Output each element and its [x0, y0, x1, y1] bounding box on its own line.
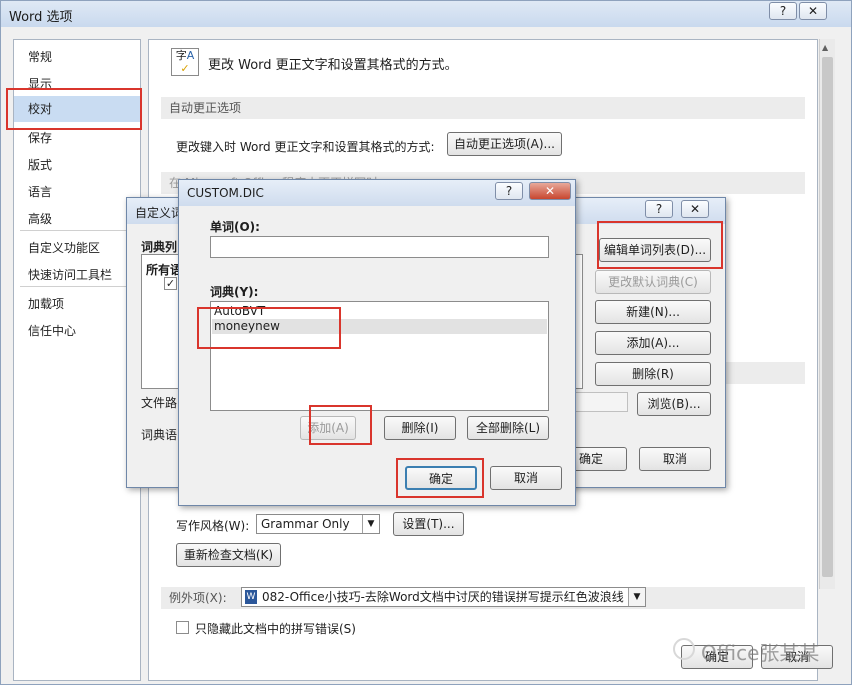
file-path-field	[572, 392, 628, 412]
chevron-down-icon: ▼	[628, 588, 645, 606]
word-doc-icon: W	[245, 590, 257, 604]
dict-list-label: 词典列	[141, 240, 178, 254]
autocorrect-section: 自动更正选项	[161, 97, 805, 119]
sidebar-item-addins[interactable]: 加载项	[28, 295, 64, 312]
sidebar-item-general[interactable]: 常规	[28, 48, 52, 65]
highlight-edit-word-list	[597, 221, 723, 269]
scroll-up-icon: ▲	[822, 43, 829, 52]
help-button[interactable]: ?	[645, 200, 673, 218]
sidebar-nav: 常规 显示 校对 保存 版式 语言 高级 自定义功能区 快速访问工具栏 加载项 …	[13, 39, 141, 681]
new-dictionary-button[interactable]: 新建(N)...	[595, 300, 711, 324]
all-languages-label: 所有语	[146, 263, 183, 277]
file-path-label: 文件路	[141, 396, 178, 410]
exceptions-select[interactable]: W 082-Office小技巧-去除Word文档中讨厌的错误拼写提示红色波浪线 …	[241, 587, 646, 607]
custom-dict-title: 自定义词	[135, 206, 184, 220]
recheck-document-button[interactable]: 重新检查文档(K)	[176, 543, 281, 567]
scroll-thumb[interactable]	[822, 57, 833, 577]
exceptions-label: 例外项(X):	[169, 591, 227, 605]
delete-all-button[interactable]: 全部删除(L)	[467, 416, 549, 440]
custom-dic-cancel-button[interactable]: 取消	[490, 466, 562, 490]
close-button[interactable]: ✕	[799, 2, 827, 20]
delete-word-button[interactable]: 删除(I)	[384, 416, 456, 440]
browse-button[interactable]: 浏览(B)...	[637, 392, 711, 416]
title-bar: Word 选项 ? ✕	[1, 1, 851, 27]
chevron-down-icon: ▼	[362, 515, 379, 533]
writing-style-label: 写作风格(W):	[176, 519, 250, 533]
close-button[interactable]: ✕	[529, 182, 571, 200]
sidebar-divider	[20, 286, 134, 287]
highlight-moneynew	[197, 307, 341, 349]
help-button[interactable]: ?	[495, 182, 523, 200]
content-scrollbar[interactable]: ▲	[819, 39, 835, 589]
close-button[interactable]: ✕	[681, 200, 709, 218]
sidebar-item-quick-access[interactable]: 快速访问工具栏	[28, 266, 112, 283]
highlight-add-word	[309, 405, 372, 445]
exceptions-value: 082-Office小技巧-去除Word文档中讨厌的错误拼写提示红色波浪线	[262, 590, 624, 604]
highlight-ok	[396, 458, 484, 498]
custom-dic-title: CUSTOM.DIC	[187, 186, 264, 200]
change-default-button[interactable]: 更改默认词典(C)	[595, 270, 711, 294]
dictionary-checkbox[interactable]: ✓	[164, 277, 177, 290]
remove-dictionary-button[interactable]: 删除(R)	[595, 362, 711, 386]
dict-language-label: 词典语	[141, 428, 178, 442]
watermark-text: Office张某某	[701, 641, 820, 665]
custom-dict-cancel-button[interactable]: 取消	[639, 447, 711, 471]
word-label: 单词(O):	[210, 220, 260, 234]
sidebar-item-language[interactable]: 语言	[28, 183, 52, 200]
dialog-title-bar: CUSTOM.DIC ? ✕	[179, 180, 575, 206]
window-title: Word 选项	[9, 10, 73, 25]
page-header: 更改 Word 更正文字和设置其格式的方式。	[208, 58, 458, 73]
settings-button[interactable]: 设置(T)...	[393, 512, 464, 536]
sidebar-item-advanced[interactable]: 高级	[28, 210, 52, 227]
autocorrect-options-button[interactable]: 自动更正选项(A)...	[447, 132, 562, 156]
hide-errors-label: 只隐藏此文档中的拼写错误(S)	[195, 622, 356, 636]
sidebar-item-customize-ribbon[interactable]: 自定义功能区	[28, 239, 100, 256]
autocorrect-description: 更改键入时 Word 更正文字和设置其格式的方式:	[176, 140, 435, 154]
add-dictionary-button[interactable]: 添加(A)...	[595, 331, 711, 355]
hide-errors-checkbox[interactable]	[176, 621, 189, 634]
sidebar-item-layout[interactable]: 版式	[28, 156, 52, 173]
writing-style-select[interactable]: Grammar Only ▼	[256, 514, 380, 534]
sidebar-item-trust-center[interactable]: 信任中心	[28, 322, 76, 339]
help-button[interactable]: ?	[769, 2, 797, 20]
sidebar-item-save[interactable]: 保存	[28, 129, 52, 146]
proofing-abc-icon: 字A ✓	[171, 48, 199, 76]
writing-style-value: Grammar Only	[261, 517, 350, 531]
dictionary-label: 词典(Y):	[210, 285, 259, 299]
wechat-logo-icon	[673, 638, 695, 660]
highlight-proofing	[6, 88, 142, 130]
sidebar-divider	[20, 230, 134, 231]
word-input[interactable]	[210, 236, 549, 258]
word-options-window: Word 选项 ? ✕ 常规 显示 校对 保存 版式 语言 高级 自定义功能区 …	[0, 0, 852, 685]
